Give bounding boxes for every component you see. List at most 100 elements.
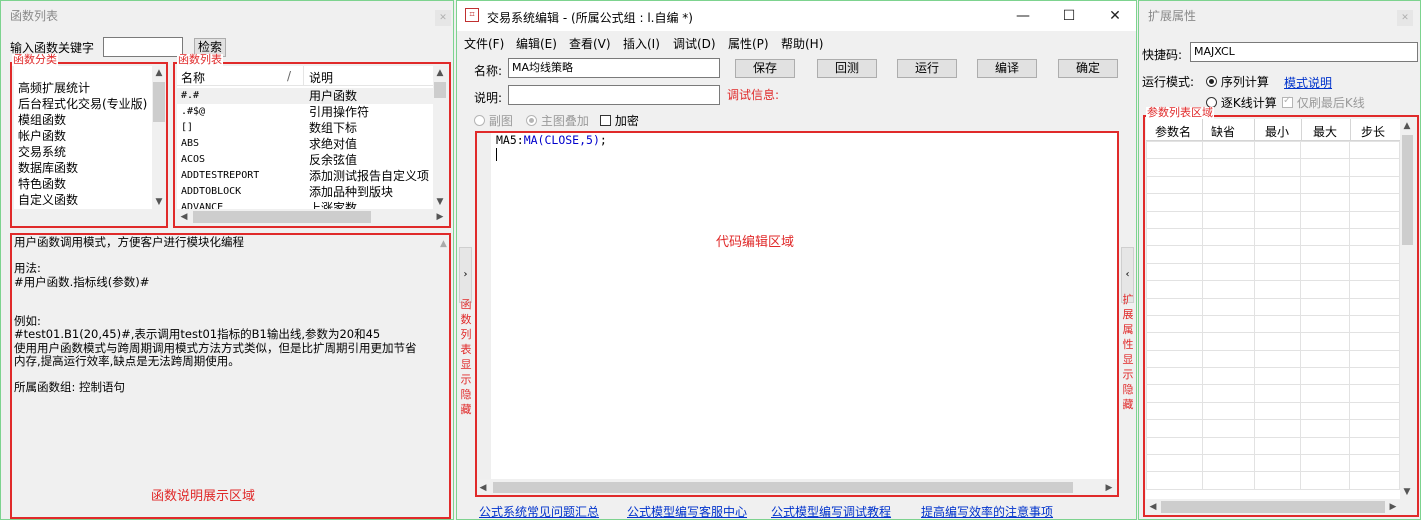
scroll-right-icon[interactable]: ▶ [433, 210, 447, 224]
function-row[interactable]: ACOS 反余弦值 [177, 152, 433, 168]
param-row[interactable] [1146, 227, 1400, 247]
param-col-max[interactable]: 最大 [1313, 123, 1337, 140]
name-input[interactable]: MA均线策略 [508, 58, 720, 78]
param-cell[interactable] [1146, 245, 1203, 264]
param-cell[interactable] [1300, 471, 1351, 490]
param-cell[interactable] [1300, 175, 1351, 195]
param-cell[interactable] [1300, 297, 1351, 316]
param-cell[interactable] [1253, 401, 1302, 421]
param-row[interactable] [1146, 314, 1400, 334]
param-cell[interactable] [1146, 332, 1203, 351]
param-cell[interactable] [1201, 332, 1255, 351]
param-cell[interactable] [1300, 454, 1351, 473]
param-cell[interactable] [1146, 297, 1203, 316]
option-encrypt[interactable]: 加密 [600, 112, 639, 129]
param-cell[interactable] [1300, 140, 1351, 160]
param-cell[interactable] [1349, 262, 1400, 282]
param-cell[interactable] [1349, 384, 1400, 403]
category-item[interactable]: 数据库函数 [18, 160, 152, 176]
param-cell[interactable] [1201, 280, 1255, 299]
param-cell[interactable] [1349, 332, 1400, 351]
menu-debug[interactable]: 调试(D) [673, 35, 716, 52]
menu-properties[interactable]: 属性(P) [728, 35, 769, 52]
param-cell[interactable] [1253, 175, 1302, 195]
param-cell[interactable] [1146, 367, 1203, 386]
compile-button[interactable]: 编译 [977, 59, 1037, 78]
close-icon[interactable]: ✕ [1105, 7, 1125, 25]
param-cell[interactable] [1349, 436, 1400, 456]
param-cell[interactable] [1349, 471, 1400, 490]
param-cell[interactable] [1201, 436, 1255, 456]
save-button[interactable]: 保存 [735, 59, 795, 78]
category-item[interactable]: 特色函数 [18, 176, 152, 192]
param-cell[interactable] [1300, 401, 1351, 421]
menu-view[interactable]: 查看(V) [569, 35, 611, 52]
param-row[interactable] [1146, 158, 1400, 177]
param-cell[interactable] [1201, 454, 1255, 473]
param-cell[interactable] [1201, 140, 1255, 160]
param-cell[interactable] [1300, 210, 1351, 229]
menu-insert[interactable]: 插入(I) [623, 35, 660, 52]
maximize-icon[interactable]: ☐ [1059, 7, 1079, 25]
param-cell[interactable] [1253, 454, 1302, 473]
param-cell[interactable] [1349, 419, 1400, 438]
shortcut-input[interactable]: MAJXCL [1190, 42, 1418, 62]
param-cell[interactable] [1146, 401, 1203, 421]
param-cell[interactable] [1300, 227, 1351, 247]
category-item[interactable]: 交易系统 [18, 144, 152, 160]
param-cell[interactable] [1146, 227, 1203, 247]
function-scrollbar[interactable]: ▲ ▼ [433, 66, 447, 209]
scroll-up-icon[interactable]: ▲ [152, 66, 166, 80]
checkbox-icon[interactable] [1282, 95, 1293, 108]
header-name[interactable]: 名称 [181, 69, 205, 86]
param-cell[interactable] [1253, 193, 1302, 212]
param-cell[interactable] [1146, 436, 1203, 456]
param-hscrollbar[interactable]: ◀ ▶ [1146, 499, 1400, 515]
minimize-icon[interactable]: — [1013, 7, 1033, 25]
category-hscrollbar[interactable] [14, 209, 166, 225]
category-item[interactable]: 自定义函数 [18, 192, 152, 208]
param-cell[interactable] [1300, 367, 1351, 386]
param-cell[interactable] [1349, 401, 1400, 421]
category-item[interactable]: 帐户函数 [18, 128, 152, 144]
param-cell[interactable] [1349, 140, 1400, 160]
param-cell[interactable] [1146, 262, 1203, 282]
scroll-down-icon[interactable]: ▼ [1400, 485, 1414, 499]
param-cell[interactable] [1300, 384, 1351, 403]
param-cell[interactable] [1349, 227, 1400, 247]
param-col-default[interactable]: 缺省 [1211, 123, 1235, 140]
scroll-up-icon[interactable]: ▲ [438, 237, 449, 251]
param-row[interactable] [1146, 175, 1400, 195]
param-cell[interactable] [1146, 384, 1203, 403]
scroll-thumb[interactable] [153, 82, 165, 122]
param-cell[interactable] [1146, 454, 1203, 473]
param-row[interactable] [1146, 332, 1400, 351]
mode-desc-link[interactable]: 模式说明 [1284, 74, 1332, 91]
param-cell[interactable] [1253, 210, 1302, 229]
param-grid[interactable] [1146, 140, 1400, 490]
param-cell[interactable] [1349, 158, 1400, 177]
param-row[interactable] [1146, 140, 1400, 160]
checkbox-icon[interactable] [600, 115, 611, 126]
param-row[interactable] [1146, 297, 1400, 316]
category-item[interactable]: 后台程式化交易(专业版) [18, 96, 152, 112]
param-cell[interactable] [1201, 314, 1255, 334]
category-item[interactable]: 模组函数 [18, 112, 152, 128]
param-cell[interactable] [1201, 210, 1255, 229]
menu-help[interactable]: 帮助(H) [781, 35, 823, 52]
param-cell[interactable] [1300, 436, 1351, 456]
param-table[interactable]: 参数名 缺省 最小 最大 步长 [1146, 119, 1400, 499]
option-subchart[interactable]: 副图 [474, 112, 513, 129]
desc-scrollbar[interactable]: ▲ [438, 237, 449, 517]
function-row[interactable]: ADDTESTREPORT 添加测试报告自定义项 [177, 168, 433, 184]
param-cell[interactable] [1201, 245, 1255, 264]
only-last-kline-option[interactable]: 仅刷最后K线 [1282, 94, 1365, 111]
link-support-center[interactable]: 公式模型编写客服中心 [627, 503, 747, 520]
link-debug-tutorial[interactable]: 公式模型编写调试教程 [771, 503, 891, 520]
param-cell[interactable] [1349, 367, 1400, 386]
scroll-left-icon[interactable]: ◀ [1146, 500, 1160, 514]
scroll-thumb[interactable] [434, 82, 446, 98]
param-cell[interactable] [1146, 158, 1203, 177]
scroll-up-icon[interactable]: ▲ [433, 66, 447, 80]
scroll-thumb[interactable] [193, 211, 371, 223]
